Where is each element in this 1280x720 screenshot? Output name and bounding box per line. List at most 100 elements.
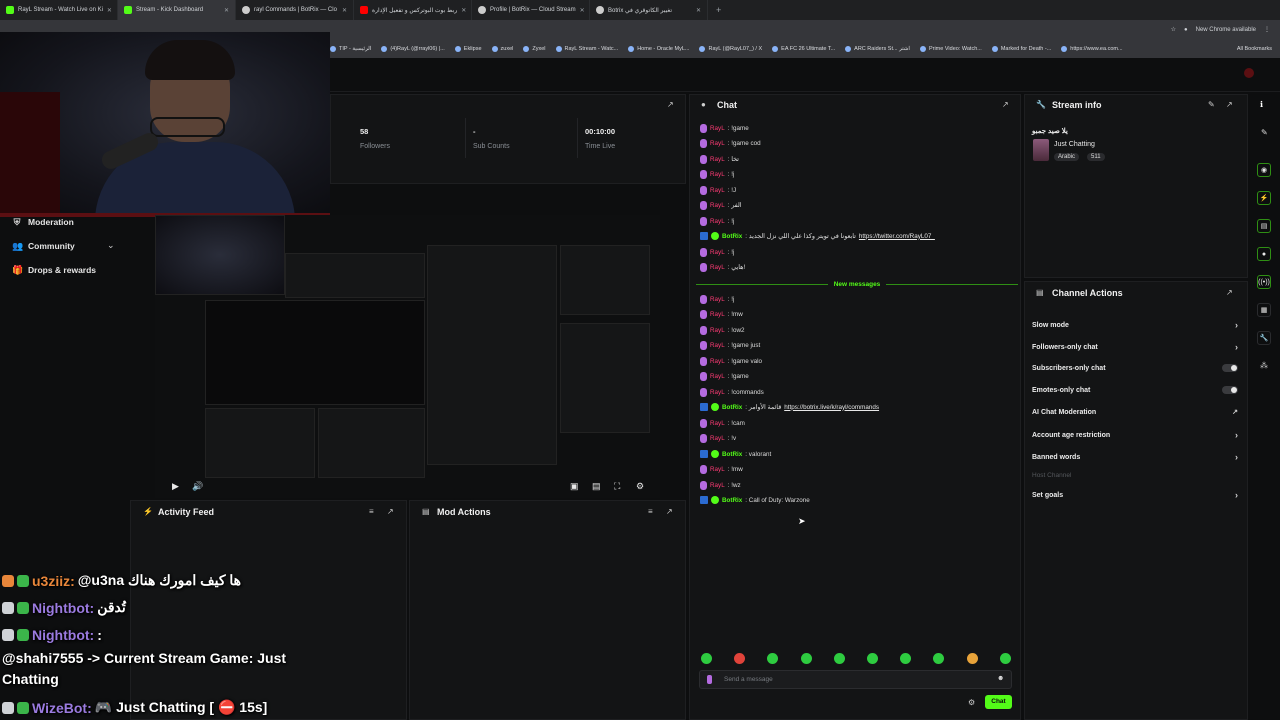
chat-username[interactable]: RayL [710,218,725,225]
channel-action-row[interactable]: Set goals › [1032,490,1238,500]
chat-username[interactable]: RayL [710,202,725,209]
channel-action-row[interactable]: Banned words › [1032,452,1238,462]
channel-action-row[interactable]: AI Chat Moderation ↗ [1032,408,1238,417]
chevron-down-icon[interactable]: ⌄ [107,240,115,251]
chevron-right-icon[interactable]: › [1235,490,1238,500]
extensions-icon[interactable]: ☆ [1171,26,1176,33]
channel-action-row[interactable]: Followers-only chat › [1032,342,1238,352]
rail-doc-icon[interactable]: ▤ [1257,219,1271,233]
emote-icon[interactable] [833,653,845,664]
rail-wrench-icon[interactable]: 🔧 [1257,331,1271,345]
emote-icon[interactable] [701,653,712,664]
fullscreen-icon[interactable]: ⛶ [614,481,620,492]
pip-icon[interactable]: ▤ [592,481,601,492]
chat-username[interactable]: RayL [710,389,725,396]
chat-username[interactable]: RayL [710,327,725,334]
rail-camera-icon[interactable]: ◉ [1257,163,1271,177]
close-tab-icon[interactable]: ✕ [461,7,466,14]
emote-icon[interactable] [867,653,878,664]
rail-chat-icon[interactable]: ● [1257,247,1271,261]
bookmark[interactable]: ARC Raiders St... اشتر [845,46,910,52]
emote-icon[interactable] [999,653,1011,664]
bookmark[interactable]: RayL (@RayL07_) / X [699,46,762,52]
browser-tab[interactable]: Stream - Kick Dashboard ✕ [118,0,236,20]
browser-tab[interactable]: rayl Commands | BotRix — Clo ✕ [236,0,354,20]
close-tab-icon[interactable]: ✕ [580,7,585,14]
bookmark[interactable]: zuxel [491,46,513,52]
menu-icon[interactable]: ⋮ [1264,26,1270,33]
chat-username[interactable]: RayL [710,296,725,303]
bookmark[interactable]: Marked for Death -... [991,46,1051,52]
chat-username[interactable]: RayL [710,358,725,365]
browser-tab[interactable]: Botrix تغيير الكاتوقري في ✕ [590,0,708,20]
browser-tab[interactable]: ربط بوت البوتركس و تفعيل الإدارة ✕ [354,0,472,20]
chat-username[interactable]: RayL [710,125,725,132]
edit-icon[interactable]: ✎ [1208,100,1215,109]
bookmark[interactable]: https://www.ea.com... [1061,46,1123,52]
close-tab-icon[interactable]: ✕ [224,7,229,14]
toggle-switch[interactable] [1222,364,1238,372]
chevron-right-icon[interactable]: › [1235,342,1238,352]
chevron-right-icon[interactable]: › [1235,320,1238,330]
play-icon[interactable]: ▶ [172,481,179,492]
chat-username[interactable]: RayL [710,249,725,256]
new-tab-button[interactable]: + [708,5,729,15]
chat-username[interactable]: BotRix [722,404,742,411]
chat-settings-icon[interactable]: ⚙ [968,698,975,707]
chat-username[interactable]: RayL [710,156,725,163]
close-tab-icon[interactable]: ✕ [696,7,701,14]
chat-username[interactable]: RayL [710,187,725,194]
stream-preview[interactable] [155,215,660,498]
theater-icon[interactable]: ▣ [570,481,579,492]
expand-icon[interactable]: ↗ [1226,100,1233,109]
chat-username[interactable]: RayL [710,466,725,473]
emote-icon[interactable] [800,653,812,664]
chevron-right-icon[interactable]: › [1235,452,1238,462]
chat-link[interactable]: https://botrix.live/k/rayl/commands [784,404,879,411]
rail-network-icon[interactable]: ⁂ [1260,361,1268,370]
nav-drops[interactable]: 🎁 Drops & rewards [12,265,96,275]
emote-icon[interactable] [966,653,978,664]
settings-icon[interactable]: ⚙ [636,481,644,492]
bookmark[interactable]: Eklipse [454,46,482,52]
channel-action-row[interactable]: Subscribers-only chat [1032,364,1238,372]
bookmark[interactable]: EA FC 26 Ultimate T... [772,46,835,52]
chat-link[interactable]: https://twitter.com/RayL07_ [859,233,935,240]
browser-tab[interactable]: RayL Stream - Watch Live on Ki ✕ [0,0,118,20]
close-tab-icon[interactable]: ✕ [342,7,347,14]
chat-send-button[interactable]: Chat [985,695,1012,709]
chat-username[interactable]: RayL [710,311,725,318]
chat-username[interactable]: RayL [710,435,725,442]
expand-icon[interactable]: ↗ [1226,288,1233,297]
bookmark[interactable]: TIP - الرئيسية [330,46,371,52]
channel-action-row[interactable]: Account age restriction › [1032,430,1238,440]
channel-action-row[interactable]: Emotes-only chat [1032,386,1238,394]
chat-username[interactable]: RayL [710,482,725,489]
channel-action-row[interactable]: Slow mode › [1032,320,1238,330]
nav-moderation[interactable]: ⛨ Moderation [12,217,74,227]
bookmark[interactable]: Prime Video: Watch... [919,46,982,52]
chat-username[interactable]: RayL [710,140,725,147]
chat-username[interactable]: RayL [710,264,725,271]
bookmark[interactable]: Home - Oracle MyL... [628,46,689,52]
expand-icon[interactable]: ↗ [667,100,674,109]
nav-community[interactable]: 👥 Community [12,241,75,251]
profile-avatar[interactable] [1244,68,1254,78]
emoji-icon[interactable]: ☻ [997,675,1004,682]
expand-icon[interactable]: ↗ [666,507,673,516]
chat-username[interactable]: RayL [710,171,725,178]
rail-broadcast-icon[interactable]: ((•)) [1257,275,1271,289]
bookmark[interactable]: (4)RayL (@rrayl06) |... [381,46,445,52]
all-bookmarks[interactable]: All Bookmarks [1237,46,1272,52]
rail-panel-icon[interactable]: ▦ [1257,303,1271,317]
new-chrome-available[interactable]: New Chrome available [1196,27,1256,33]
browser-tab[interactable]: Profile | BotRix — Cloud Stream ✕ [472,0,590,20]
bookmark[interactable]: Zyxel [523,46,546,52]
expand-icon[interactable]: ↗ [387,507,394,516]
bookmark[interactable]: RayL Stream - Watc... [555,46,618,52]
pencil-icon[interactable]: ✎ [1261,128,1268,137]
close-tab-icon[interactable]: ✕ [107,7,112,14]
chevron-right-icon[interactable]: › [1235,430,1238,440]
filter-icon[interactable]: ≡ [369,507,374,516]
chat-username[interactable]: RayL [710,420,725,427]
